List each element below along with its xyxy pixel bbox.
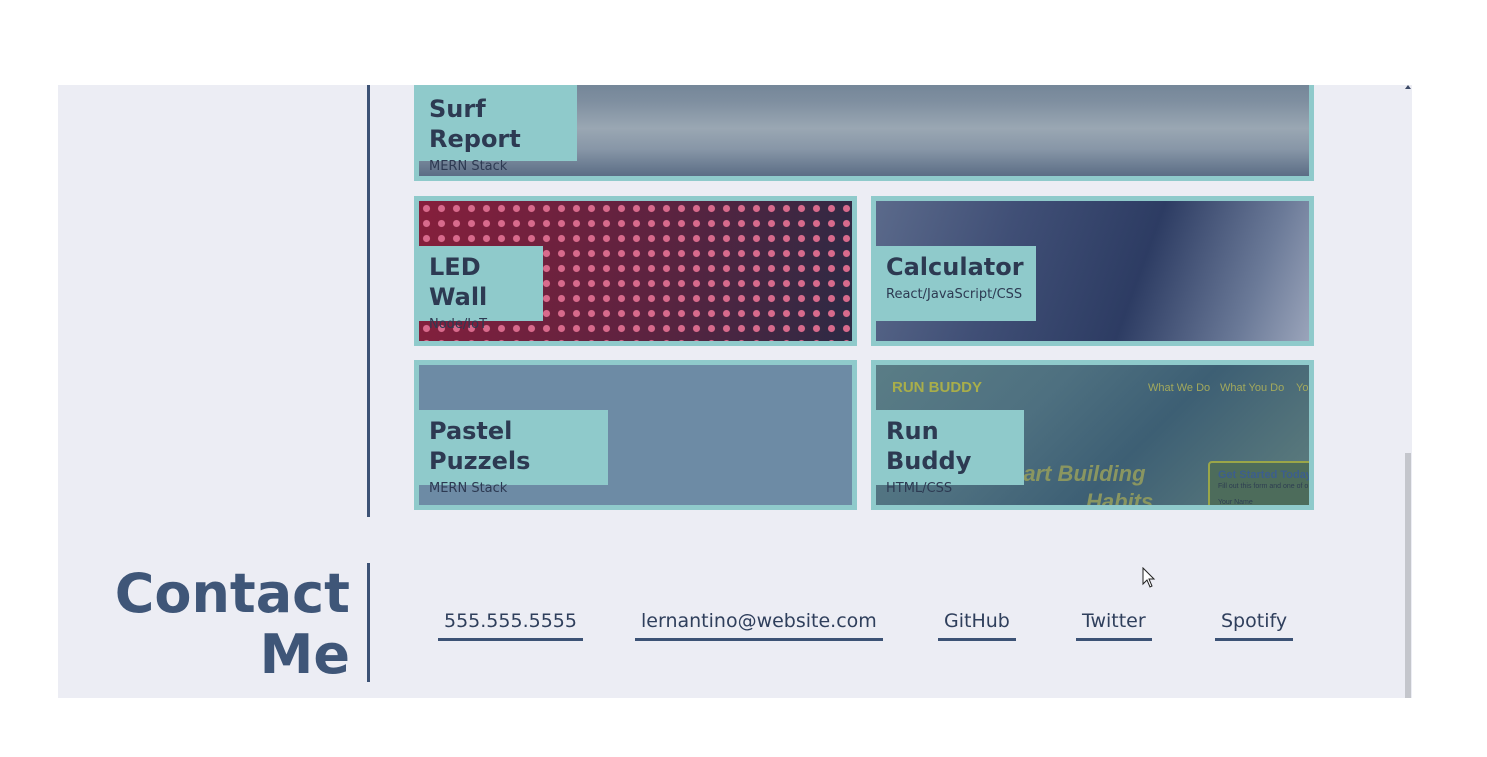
run-buddy-nav-item: What We Do bbox=[1148, 382, 1211, 394]
run-buddy-hero-line: Habits bbox=[1086, 489, 1154, 510]
scrollbar-thumb[interactable] bbox=[1405, 453, 1411, 698]
scroll-up-arrow-icon[interactable] bbox=[1405, 85, 1411, 89]
contact-heading-line: Contact bbox=[114, 562, 350, 625]
run-buddy-box-sub: Fill out this form and one of o bbox=[1218, 483, 1309, 490]
project-label: LED Wall Node/IoT bbox=[419, 246, 543, 332]
phone-link[interactable]: 555.555.5555 bbox=[438, 607, 583, 641]
project-label: Calculator React/JavaScript/CSS bbox=[876, 246, 1036, 321]
page-viewport: ​ Surf Report MERN Stack LED Wall Node/I… bbox=[58, 85, 1412, 698]
project-card-pastel-puzzels[interactable]: Pastel Puzzels MERN Stack bbox=[414, 360, 857, 510]
run-buddy-hero-line: tart Building bbox=[1016, 461, 1146, 486]
contact-heading-line: Me bbox=[259, 623, 350, 686]
run-buddy-nav-item: Yo bbox=[1296, 382, 1309, 394]
run-buddy-logo: RUN BUDDY bbox=[892, 379, 982, 396]
project-tech: MERN Stack bbox=[429, 481, 508, 496]
project-tech: MERN Stack bbox=[429, 159, 508, 174]
projects-divider bbox=[367, 85, 370, 517]
twitter-link[interactable]: Twitter bbox=[1076, 607, 1152, 641]
project-title: Surf Report bbox=[429, 95, 521, 153]
project-card-surf-report[interactable]: Surf Report MERN Stack bbox=[414, 85, 1314, 181]
project-title: Pastel Puzzels bbox=[429, 417, 531, 475]
project-label: Pastel Puzzels MERN Stack bbox=[419, 410, 608, 496]
run-buddy-signup-box: Get Started Today Fill out this form and… bbox=[1208, 461, 1312, 506]
project-tech: React/JavaScript/CSS bbox=[886, 287, 1023, 302]
github-link[interactable]: GitHub bbox=[938, 607, 1016, 641]
run-buddy-box-title: Get Started Today bbox=[1218, 469, 1312, 481]
project-title: LED Wall bbox=[429, 253, 488, 311]
run-buddy-nav-item: What You Do bbox=[1220, 382, 1285, 394]
spotify-link[interactable]: Spotify bbox=[1215, 607, 1294, 641]
mouse-cursor-icon bbox=[1142, 567, 1156, 588]
run-buddy-box-field: Your Name bbox=[1218, 499, 1253, 506]
project-card-calculator[interactable]: Calculator React/JavaScript/CSS bbox=[871, 196, 1314, 346]
project-title: Run Buddy bbox=[886, 417, 972, 475]
project-label: Run Buddy HTML/CSS bbox=[876, 410, 1024, 496]
contact-heading: Contact Me bbox=[115, 563, 350, 685]
project-title: Calculator bbox=[886, 253, 1024, 281]
project-label: Surf Report MERN Stack bbox=[419, 85, 577, 174]
project-card-led-wall[interactable]: LED Wall Node/IoT bbox=[414, 196, 857, 346]
project-card-run-buddy[interactable]: RUN BUDDY What We Do What You Do Yo tart… bbox=[871, 360, 1314, 510]
project-tech: HTML/CSS bbox=[886, 481, 953, 496]
contact-divider bbox=[367, 563, 370, 682]
project-tech: Node/IoT bbox=[429, 317, 488, 332]
email-link[interactable]: lernantino@website.com bbox=[635, 607, 883, 641]
